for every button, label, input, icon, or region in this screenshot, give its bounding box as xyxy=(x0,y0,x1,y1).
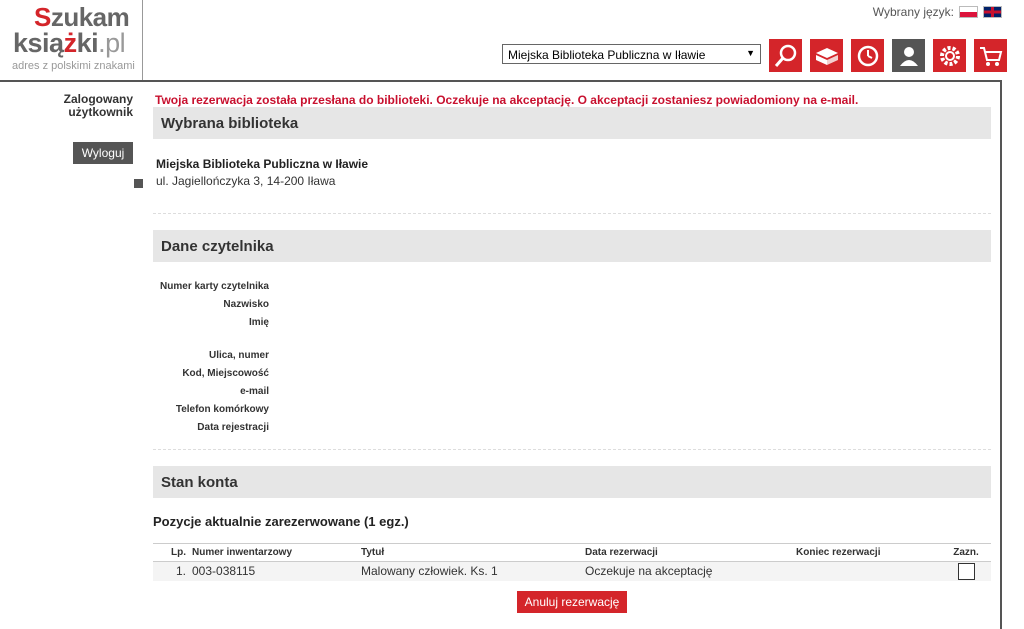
section-header-account: Stan konta xyxy=(153,466,991,498)
label-card-number: Numer karty czytelnika xyxy=(160,281,269,292)
user-icon xyxy=(899,46,918,66)
library-select-value: Miejska Biblioteka Publiczna w Iławie xyxy=(508,48,706,62)
col-reservation-date: Data rezerwacji xyxy=(582,543,793,562)
english-flag-icon[interactable] xyxy=(983,6,1002,18)
books-button[interactable] xyxy=(810,39,843,72)
header-divider xyxy=(0,80,1002,82)
polish-flag-icon[interactable] xyxy=(959,6,978,18)
toolbar xyxy=(769,39,1007,72)
label-registration-date: Data rejestracji xyxy=(197,422,269,433)
language-switcher: Wybrany język: xyxy=(873,5,1002,19)
search-icon xyxy=(774,44,796,67)
books-icon xyxy=(815,47,838,65)
logo-tagline: adres z polskimi znakami xyxy=(12,60,135,72)
label-first-name: Imię xyxy=(248,317,269,328)
logo-line2: książki.pl xyxy=(13,28,126,58)
col-title: Tytuł xyxy=(358,543,582,562)
col-select: Zazn. xyxy=(941,543,991,562)
divider xyxy=(153,213,991,214)
history-button[interactable] xyxy=(851,39,884,72)
logout-button[interactable]: Wyloguj xyxy=(73,142,133,164)
cell-inventory-number: 003-038115 xyxy=(189,561,358,581)
sidebar-marker xyxy=(134,179,143,188)
select-checkbox[interactable] xyxy=(957,562,975,580)
history-icon xyxy=(857,45,878,66)
library-address: ul. Jagiellończyka 3, 14-200 Iława xyxy=(156,174,336,188)
col-lp: Lp. xyxy=(153,543,189,562)
cell-select xyxy=(941,561,991,581)
library-name: Miejska Biblioteka Publiczna w Iławie xyxy=(156,157,369,171)
reservation-notice: Twoja rezerwacja została przesłana do bi… xyxy=(155,93,859,107)
search-button[interactable] xyxy=(769,39,802,72)
table-row: 1. 003-038115 Malowany człowiek. Ks. 1 O… xyxy=(153,561,991,581)
cell-lp: 1. xyxy=(153,561,189,581)
cart-icon xyxy=(979,46,1002,66)
language-label: Wybrany język: xyxy=(872,5,954,19)
label-surname: Nazwisko xyxy=(223,299,269,310)
section-header-library: Wybrana biblioteka xyxy=(153,107,991,139)
content-right-border xyxy=(1000,80,1002,629)
col-inventory-number: Numer inwentarzowy xyxy=(189,543,358,562)
reserved-items-heading: Pozycje aktualnie zarezerwowane (1 egz.) xyxy=(153,514,409,529)
cancel-reservation-button[interactable]: Anuluj rezerwację xyxy=(517,591,627,613)
logged-in-label: Zalogowany użytkownik xyxy=(63,92,133,119)
table-header-row: Lp. Numer inwentarzowy Tytuł Data rezerw… xyxy=(153,543,991,562)
section-header-reader: Dane czytelnika xyxy=(153,230,991,262)
label-street: Ulica, numer xyxy=(208,350,269,361)
label-city: Kod, Miejscowość xyxy=(182,368,269,379)
cart-button[interactable] xyxy=(974,39,1007,72)
settings-icon xyxy=(939,45,960,66)
col-reservation-end: Koniec rezerwacji xyxy=(793,543,941,562)
settings-button[interactable] xyxy=(933,39,966,72)
dropdown-arrow-icon: ▼ xyxy=(746,48,755,58)
library-select[interactable]: Miejska Biblioteka Publiczna w Iławie ▼ xyxy=(502,44,761,64)
cell-title: Malowany człowiek. Ks. 1 xyxy=(358,561,582,581)
label-email: e-mail xyxy=(240,386,269,397)
reservations-table: Lp. Numer inwentarzowy Tytuł Data rezerw… xyxy=(153,543,991,581)
divider xyxy=(153,449,991,450)
cell-reservation-date: Oczekuje na akceptację xyxy=(582,561,793,581)
label-phone: Telefon komórkowy xyxy=(175,404,269,415)
site-logo[interactable]: Szukam książki.pl adres z polskimi znaka… xyxy=(0,0,143,80)
account-button[interactable] xyxy=(892,39,925,72)
cell-reservation-end xyxy=(793,561,941,581)
